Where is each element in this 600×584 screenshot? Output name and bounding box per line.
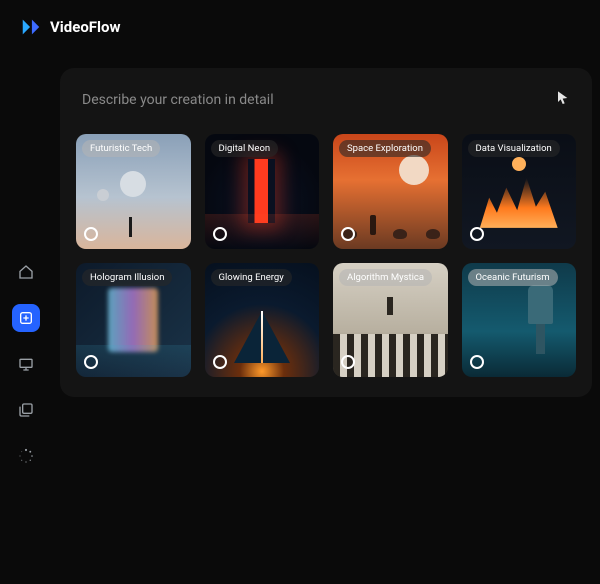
template-label: Data Visualization <box>468 140 560 157</box>
header: VideoFlow <box>0 0 600 54</box>
template-card[interactable]: Futuristic Tech <box>76 134 191 249</box>
template-label: Glowing Energy <box>211 269 292 286</box>
logo-icon <box>20 16 42 38</box>
sidebar <box>8 258 44 470</box>
select-radio[interactable] <box>84 355 98 369</box>
library-icon <box>18 402 34 418</box>
sidebar-create[interactable] <box>12 304 40 332</box>
home-icon <box>18 264 34 280</box>
select-radio[interactable] <box>213 227 227 241</box>
loading-icon <box>18 448 34 464</box>
sidebar-display[interactable] <box>12 350 40 378</box>
cursor-icon <box>554 90 570 110</box>
template-grid: Futuristic Tech Digital Neon Space Explo… <box>76 134 576 377</box>
display-icon <box>18 356 34 372</box>
template-card[interactable]: Digital Neon <box>205 134 320 249</box>
template-card[interactable]: Space Exploration <box>333 134 448 249</box>
template-card[interactable]: Hologram Illusion <box>76 263 191 378</box>
template-label: Futuristic Tech <box>82 140 160 157</box>
select-radio[interactable] <box>84 227 98 241</box>
template-label: Algorithm Mystica <box>339 269 432 286</box>
template-card[interactable]: Glowing Energy <box>205 263 320 378</box>
select-radio[interactable] <box>470 355 484 369</box>
select-radio[interactable] <box>341 355 355 369</box>
select-radio[interactable] <box>213 355 227 369</box>
select-radio[interactable] <box>470 227 484 241</box>
prompt-row <box>76 86 576 124</box>
sidebar-library[interactable] <box>12 396 40 424</box>
sidebar-loading[interactable] <box>12 442 40 470</box>
template-card[interactable]: Algorithm Mystica <box>333 263 448 378</box>
main-panel: Futuristic Tech Digital Neon Space Explo… <box>60 68 592 397</box>
template-label: Space Exploration <box>339 140 431 157</box>
template-card[interactable]: Oceanic Futurism <box>462 263 577 378</box>
template-card[interactable]: Data Visualization <box>462 134 577 249</box>
brand-name: VideoFlow <box>50 18 120 36</box>
template-label: Digital Neon <box>211 140 279 157</box>
prompt-input[interactable] <box>82 92 554 108</box>
template-label: Oceanic Futurism <box>468 269 558 286</box>
select-radio[interactable] <box>341 227 355 241</box>
template-label: Hologram Illusion <box>82 269 172 286</box>
sidebar-home[interactable] <box>12 258 40 286</box>
create-icon <box>18 310 34 326</box>
